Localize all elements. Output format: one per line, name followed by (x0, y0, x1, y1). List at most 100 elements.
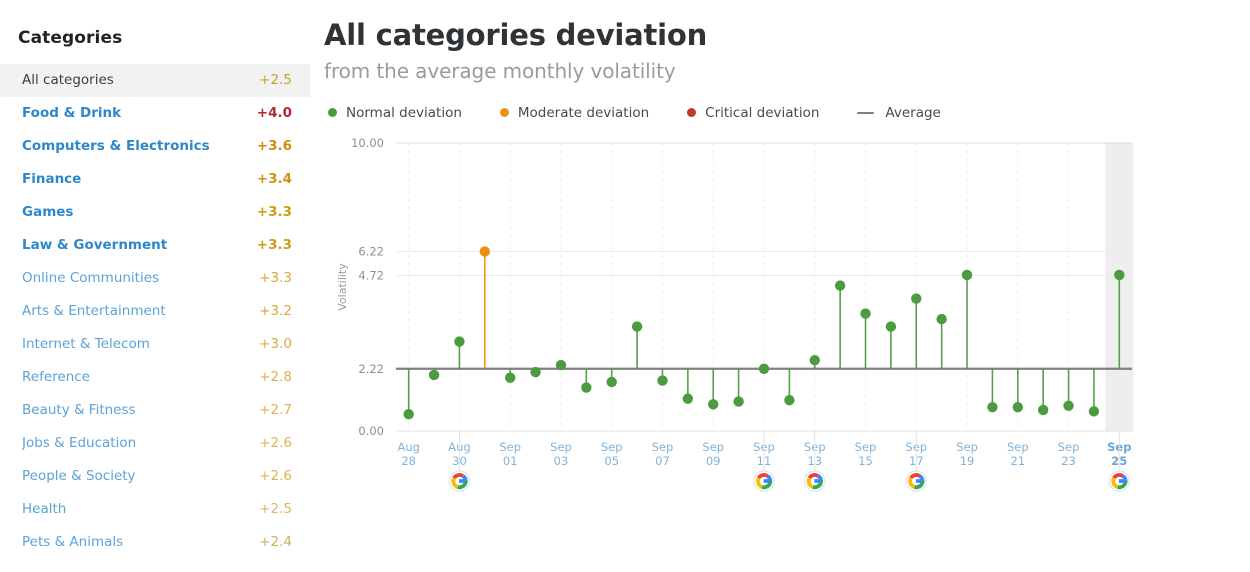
legend-label: Normal deviation (346, 104, 462, 121)
y-axis-tick-label: 0.00 (358, 424, 384, 438)
data-point[interactable] (403, 368, 414, 420)
google-update-marker[interactable] (804, 470, 826, 492)
data-point[interactable] (784, 368, 795, 406)
x-axis-tick-label-month: Sep (550, 440, 572, 454)
category-row[interactable]: Jobs & Education +2.6 (0, 427, 310, 460)
data-point[interactable] (911, 293, 922, 369)
legend-item[interactable]: Critical deviation (687, 105, 819, 121)
data-point[interactable] (809, 354, 820, 369)
legend-item[interactable]: Moderate deviation (499, 104, 650, 121)
data-point[interactable] (1012, 368, 1023, 413)
category-row[interactable]: Finance +3.4 (0, 163, 310, 196)
category-row[interactable]: Beauty & Fitness +2.7 (0, 394, 310, 427)
category-label: Jobs & Education (22, 436, 137, 451)
data-point[interactable] (479, 246, 491, 369)
lollipop-dot (1037, 404, 1049, 416)
google-g-bar (1118, 479, 1126, 483)
x-axis-tick-label-day: 23 (1061, 454, 1076, 468)
data-point[interactable] (961, 269, 973, 369)
data-point[interactable] (657, 368, 668, 386)
category-row[interactable]: Online Communities +3.3 (0, 262, 310, 295)
data-point[interactable] (1063, 368, 1074, 411)
x-axis-tick-label-month: Sep (1007, 440, 1029, 454)
data-point[interactable] (682, 368, 694, 404)
category-row[interactable]: Reference +2.8 (0, 361, 310, 394)
data-point[interactable] (606, 368, 617, 388)
category-row[interactable]: Health +2.5 (0, 493, 310, 526)
google-g-bar (459, 479, 467, 483)
lollipop-dot (479, 246, 491, 257)
lollipop-dot (657, 375, 668, 386)
category-row[interactable]: All categories +2.5 (0, 64, 310, 97)
lollipop-dot (1063, 400, 1074, 411)
lollipop-dot (733, 396, 744, 407)
google-update-marker[interactable] (753, 470, 775, 492)
data-point[interactable] (530, 366, 541, 378)
category-deviation-value: +3.2 (259, 302, 292, 319)
data-point[interactable] (1088, 368, 1100, 417)
lollipop-dot (581, 382, 592, 393)
lollipop-dot (428, 369, 440, 381)
google-g-bar (763, 479, 771, 483)
category-deviation-value: +4.0 (256, 104, 292, 121)
category-row[interactable]: Computers & Electronics +3.6 (0, 130, 310, 163)
legend-item[interactable]: Normal deviation (328, 105, 462, 121)
category-label: All categories (22, 73, 114, 88)
category-row[interactable]: Law & Government +3.3 (0, 229, 310, 262)
x-axis-tick-label-day: 15 (858, 454, 873, 468)
lollipop-dot (530, 366, 541, 378)
y-axis-tick-label: 6.22 (358, 244, 384, 258)
category-deviation-value: +2.6 (259, 434, 292, 451)
lollipop-dot (555, 359, 567, 371)
category-deviation-value: +2.7 (259, 401, 292, 418)
data-point[interactable] (860, 308, 871, 369)
lollipop-dot (911, 293, 922, 304)
category-label: Internet & Telecom (22, 337, 150, 352)
data-point[interactable] (834, 280, 846, 369)
lollipop-dot (1088, 406, 1100, 417)
data-point[interactable] (555, 359, 567, 371)
data-point[interactable] (708, 368, 719, 410)
data-point[interactable] (428, 368, 440, 381)
chart-panel: All categories deviation from the averag… (310, 0, 1250, 572)
x-axis-tick-label-day: 19 (960, 454, 975, 468)
lollipop-dot (708, 399, 719, 410)
category-row[interactable]: Arts & Entertainment +3.2 (0, 295, 310, 328)
data-point[interactable] (936, 313, 947, 369)
legend-dot-icon (687, 108, 697, 118)
data-point[interactable] (987, 368, 998, 413)
legend-label: Moderate deviation (517, 104, 650, 121)
google-update-marker[interactable] (448, 470, 471, 492)
data-point[interactable] (505, 368, 516, 383)
y-axis-title: Volatility (336, 263, 349, 311)
category-row[interactable]: Internet & Telecom +3.0 (0, 328, 310, 361)
google-update-marker[interactable] (1108, 470, 1131, 492)
category-label: People & Society (22, 469, 136, 484)
category-row[interactable]: People & Society +2.6 (0, 460, 310, 493)
x-axis-tick-label-day: 03 (554, 454, 569, 468)
lollipop-dot (758, 363, 770, 374)
legend-item[interactable]: Average (857, 104, 941, 121)
page-title: All categories deviation (324, 18, 708, 52)
category-row[interactable]: Games +3.3 (0, 196, 310, 229)
google-g-bar (814, 479, 822, 483)
x-axis-tick-label-month: Sep (499, 440, 521, 454)
data-point[interactable] (758, 363, 770, 374)
categories-sidebar: Categories All categories +2.5 Food & Drin… (0, 0, 310, 572)
x-axis-tick-label-day: 21 (1010, 454, 1025, 468)
data-point[interactable] (454, 336, 465, 369)
category-label: Health (22, 502, 67, 517)
category-row[interactable]: Food & Drink +4.0 (0, 97, 310, 130)
x-axis-tick-label-day: 05 (604, 454, 619, 468)
legend-label: Average (885, 104, 941, 121)
data-point[interactable] (581, 368, 592, 393)
data-point[interactable] (885, 321, 897, 369)
data-point[interactable] (631, 321, 643, 369)
data-point[interactable] (733, 368, 744, 407)
category-row[interactable]: Pets & Animals +2.4 (0, 526, 310, 559)
x-axis-tick-label-day: 28 (401, 454, 416, 468)
category-label: Computers & Electronics (22, 139, 210, 154)
chart-legend: Normal deviation Moderate deviation Critic… (324, 105, 1250, 121)
google-update-marker[interactable] (905, 470, 927, 492)
data-point[interactable] (1037, 368, 1049, 416)
